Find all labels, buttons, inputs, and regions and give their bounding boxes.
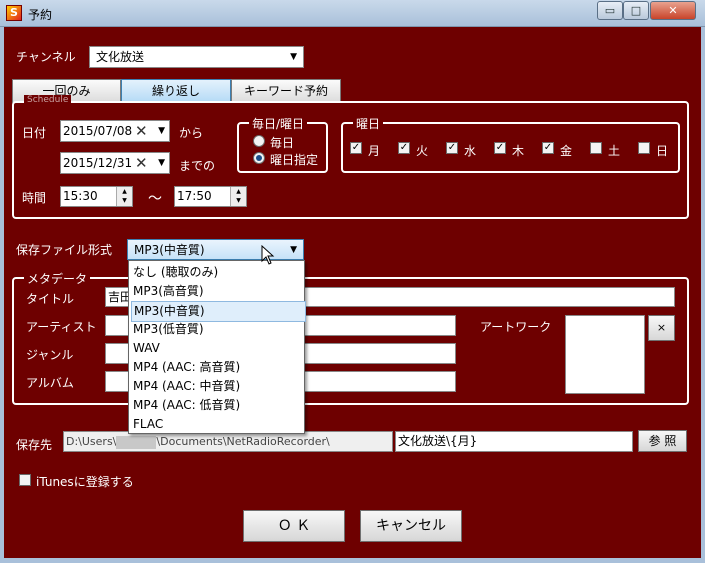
radio-daily[interactable] <box>253 135 265 147</box>
weekday-checkbox[interactable]: ✓ <box>542 142 554 154</box>
artwork-image-box[interactable] <box>565 315 645 394</box>
weekday-checkbox[interactable] <box>590 142 602 154</box>
window-title: 予約 <box>28 8 53 22</box>
format-select[interactable]: MP3(中音質) ▼ <box>127 239 304 260</box>
artwork-clear-button[interactable]: × <box>648 315 675 341</box>
redacted-username <box>116 435 157 449</box>
end-time-stepper[interactable]: 17:50 ▲ ▼ <box>174 186 247 207</box>
album-label: アルバム <box>26 376 74 390</box>
time-label: 時間 <box>22 191 47 205</box>
repeat-mode-legend: 毎日/曜日 <box>249 115 308 132</box>
save-path-suffix: \Documents\NetRadioRecorder\ <box>156 435 330 448</box>
channel-select[interactable]: 文化放送 ▼ <box>89 46 304 68</box>
format-label: 保存ファイル形式 <box>16 243 113 257</box>
start-time-value: 15:30 <box>63 189 98 203</box>
weekday-label: 木 <box>512 144 525 158</box>
browse-button[interactable]: 参 照 <box>638 430 687 452</box>
weekday-checkbox[interactable]: ✓ <box>446 142 458 154</box>
spin-down-icon[interactable]: ▼ <box>122 197 127 204</box>
save-label: 保存先 <box>16 438 53 452</box>
filename-input[interactable]: 文化放送\{月} <box>395 431 633 452</box>
format-option[interactable]: MP4 (AAC: 低音質) <box>131 396 304 415</box>
channel-label: チャンネル <box>16 50 76 64</box>
spin-buttons[interactable]: ▲ ▼ <box>230 187 246 206</box>
format-option[interactable]: なし (聴取のみ) <box>131 263 304 282</box>
weekday-checkbox[interactable] <box>638 142 650 154</box>
weekday-label: 水 <box>464 144 477 158</box>
from-label: から <box>179 126 204 140</box>
format-option[interactable]: MP3(中音質) <box>131 301 306 322</box>
weekday-checkbox[interactable]: ✓ <box>494 142 506 154</box>
format-option[interactable]: MP4 (AAC: 中音質) <box>131 377 304 396</box>
close-button[interactable]: ✕ <box>650 1 696 20</box>
schedule-legend: Schedule <box>24 95 72 105</box>
artwork-label: アートワーク <box>480 320 552 334</box>
weekday-label: 日 <box>656 144 669 158</box>
format-option[interactable]: MP3(高音質) <box>131 282 304 301</box>
genre-label: ジャンル <box>26 348 74 362</box>
tab-repeat[interactable]: 繰り返し <box>121 79 231 103</box>
title-label: タイトル <box>26 292 75 306</box>
spin-buttons[interactable]: ▲ ▼ <box>116 187 132 206</box>
maximize-button[interactable]: □ <box>623 1 649 20</box>
weekday-checkbox[interactable]: ✓ <box>350 142 362 154</box>
itunes-label: iTunesに登録する <box>36 475 134 489</box>
format-value: MP3(中音質) <box>134 243 205 257</box>
end-time-value: 17:50 <box>177 189 212 203</box>
window-frame-right <box>701 27 705 563</box>
mouse-cursor-icon <box>261 245 275 265</box>
tilde-label: 〜 <box>148 191 162 207</box>
weekday-legend: 曜日 <box>353 115 384 132</box>
format-option[interactable]: MP3(低音質) <box>131 320 304 339</box>
spin-up-icon[interactable]: ▲ <box>236 188 241 195</box>
spin-up-icon[interactable]: ▲ <box>122 188 127 195</box>
itunes-checkbox[interactable] <box>19 474 31 486</box>
chevron-down-icon: ▼ <box>290 52 297 62</box>
weekday-label: 月 <box>368 144 381 158</box>
weekday-label: 土 <box>608 144 621 158</box>
cancel-button[interactable]: キャンセル <box>360 510 462 542</box>
artist-label: アーティスト <box>26 320 97 334</box>
format-option[interactable]: MP4 (AAC: 高音質) <box>131 358 304 377</box>
until-label: までの <box>179 159 216 173</box>
start-time-stepper[interactable]: 15:30 ▲ ▼ <box>60 186 133 207</box>
end-date-picker[interactable]: 2015/12/31 ✕ ▼ <box>60 152 170 174</box>
window-frame-left <box>0 27 4 563</box>
end-date-value: 2015/12/31 <box>63 156 133 170</box>
spin-down-icon[interactable]: ▼ <box>236 197 241 204</box>
tab-keyword[interactable]: キーワード予約 <box>231 79 341 103</box>
save-path-prefix: D:\Users\ <box>66 435 117 448</box>
format-option[interactable]: WAV <box>131 339 304 358</box>
chevron-down-icon[interactable]: ▼ <box>158 153 165 173</box>
window-frame-bottom <box>0 558 705 563</box>
radio-weekday[interactable] <box>253 152 265 164</box>
clear-icon[interactable]: ✕ <box>135 153 148 173</box>
format-option[interactable]: FLAC <box>131 415 304 434</box>
minimize-button[interactable]: ▭ <box>597 1 623 20</box>
format-dropdown-list: なし (聴取のみ) MP3(高音質) MP3(中音質) MP3(低音質) WAV MP4 … <box>128 260 306 434</box>
clear-icon[interactable]: ✕ <box>135 121 148 141</box>
chevron-down-icon: ▼ <box>290 245 297 255</box>
start-date-value: 2015/07/08 <box>63 124 133 138</box>
date-label: 日付 <box>22 126 47 140</box>
weekday-label: 金 <box>560 144 573 158</box>
app-icon: S <box>6 5 22 21</box>
chevron-down-icon[interactable]: ▼ <box>158 121 165 141</box>
start-date-picker[interactable]: 2015/07/08 ✕ ▼ <box>60 120 170 142</box>
weekday-checkbox[interactable]: ✓ <box>398 142 410 154</box>
save-path-input[interactable]: D:\Users\ \Documents\NetRadioRecorder\ <box>63 431 393 452</box>
radio-daily-label: 毎日 <box>270 136 295 150</box>
weekday-group <box>341 122 680 173</box>
radio-weekday-label: 曜日指定 <box>270 153 319 167</box>
weekday-label: 火 <box>416 144 429 158</box>
metadata-legend: メタデータ <box>24 270 91 287</box>
channel-value: 文化放送 <box>96 50 145 64</box>
ok-button[interactable]: Ｏ Ｋ <box>243 510 345 542</box>
